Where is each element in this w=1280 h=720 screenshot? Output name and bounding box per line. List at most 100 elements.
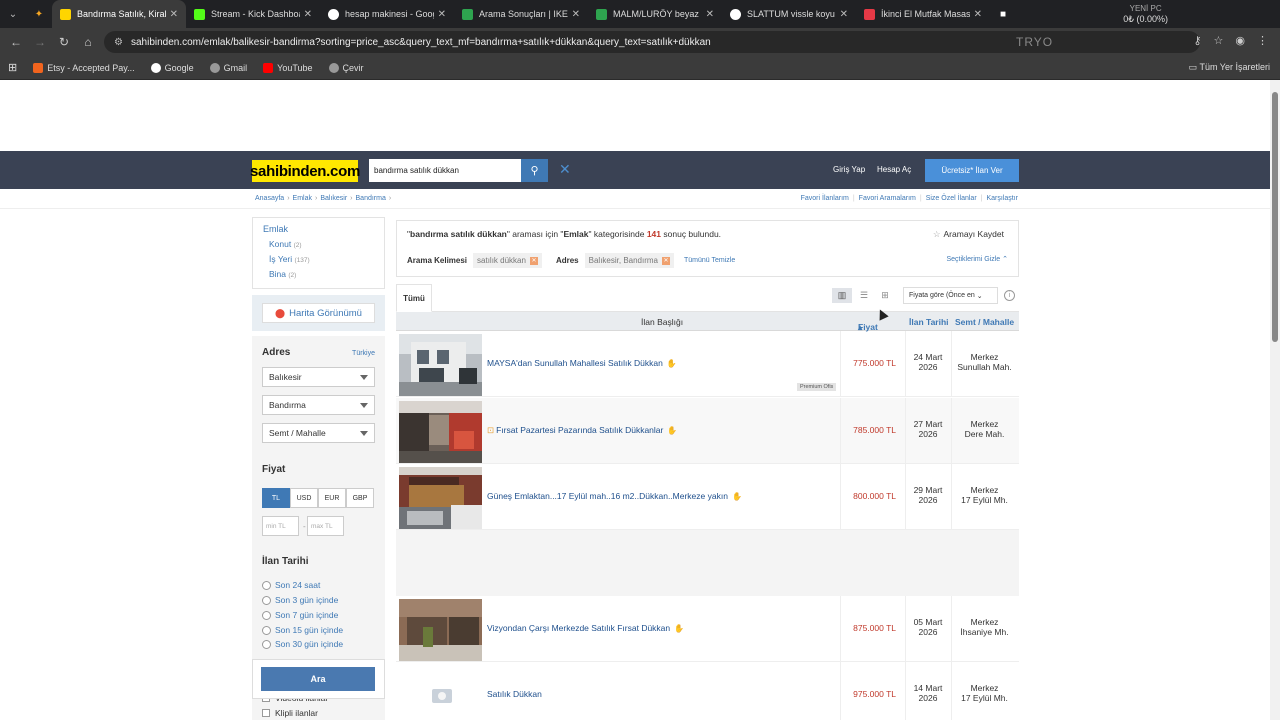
search-button[interactable]: ⚲ bbox=[521, 159, 548, 182]
breadcrumb-item[interactable]: Balıkesir bbox=[320, 195, 347, 202]
bookmark-item[interactable]: Gmail bbox=[209, 62, 247, 73]
listing-thumbnail[interactable] bbox=[399, 334, 482, 396]
currency-option[interactable]: GBP bbox=[346, 488, 374, 508]
filter-search-button[interactable]: Ara bbox=[261, 667, 375, 691]
back-icon[interactable]: ← bbox=[4, 35, 28, 49]
bookmark-item[interactable]: YouTube bbox=[263, 62, 313, 73]
tab-close-icon[interactable]: ✕ bbox=[572, 9, 580, 20]
list-view-icon[interactable]: ▥ bbox=[832, 288, 852, 303]
radio-button[interactable] bbox=[262, 595, 271, 605]
listing-row[interactable]: Güneş Emlaktan...17 Eylül mah..16 m2..Dü… bbox=[396, 464, 1019, 530]
browser-tab[interactable]: Stream - Kick Dashboard ✕ bbox=[186, 0, 320, 28]
radio-button[interactable] bbox=[262, 610, 271, 620]
date-option[interactable]: Son 3 gün içinde bbox=[262, 595, 338, 605]
listing-thumbnail[interactable] bbox=[399, 599, 482, 661]
favorite-listings-link[interactable]: Favori İlanlarım bbox=[801, 195, 849, 202]
radio-button[interactable] bbox=[262, 580, 271, 590]
column-location[interactable]: Semt / Mahalle bbox=[955, 317, 1014, 327]
breadcrumb-item[interactable]: Emlak bbox=[293, 195, 312, 202]
remove-filter-icon[interactable]: ✕ bbox=[662, 256, 671, 265]
browser-tab[interactable]: MALM/LURÖY beyaz 16 ✕ bbox=[588, 0, 722, 28]
neighborhood-select[interactable]: Semt / Mahalle bbox=[262, 423, 375, 443]
hide-selected-link[interactable]: Seçtiklerimi Gizle ⌃ bbox=[946, 255, 1008, 263]
password-key-icon[interactable]: ⚷ bbox=[1193, 34, 1201, 47]
breadcrumb-item[interactable]: Bandırma bbox=[356, 195, 386, 202]
listing-row[interactable]: MAYSA'dan Sunullah Mahallesi Satılık Dük… bbox=[396, 331, 1019, 397]
clip-filter[interactable]: Klipli ilanlar bbox=[262, 708, 318, 718]
currency-option[interactable]: EUR bbox=[318, 488, 346, 508]
url-text[interactable]: sahibinden.com/emlak/balikesir-bandirma?… bbox=[131, 37, 711, 48]
browser-tab[interactable]: Bandırma Satılık, Kiralık ✕ bbox=[52, 0, 186, 28]
listing-thumbnail[interactable] bbox=[399, 401, 482, 463]
tab-close-icon[interactable]: ✕ bbox=[706, 9, 714, 20]
breadcrumb-item[interactable]: Anasayfa bbox=[255, 195, 284, 202]
browser-tab[interactable]: İkinci El Mutfak Masası İl ✕ bbox=[856, 0, 990, 28]
favorite-searches-link[interactable]: Favori Aramalarım bbox=[859, 195, 916, 202]
checkbox[interactable] bbox=[262, 709, 270, 717]
min-price-input[interactable]: min TL bbox=[262, 516, 299, 536]
compare-link[interactable]: Karşılaştır bbox=[986, 195, 1018, 202]
site-logo[interactable]: sahibinden.com bbox=[250, 160, 360, 182]
special-listings-link[interactable]: Size Özel İlanlar bbox=[926, 195, 977, 202]
listing-title[interactable]: Satılık Dükkan bbox=[487, 689, 542, 699]
login-link[interactable]: Giriş Yap bbox=[833, 165, 865, 174]
post-ad-button[interactable]: Ücretsiz* İlan Ver bbox=[925, 159, 1019, 182]
tab-close-icon[interactable]: ✕ bbox=[170, 9, 178, 20]
extension-icon[interactable]: ✦ bbox=[26, 0, 52, 28]
date-option[interactable]: Son 7 gün içinde bbox=[262, 610, 338, 620]
listing-row[interactable]: Satılık Dükkan 975.000 TL 14 Mart 2026 Me… bbox=[396, 662, 1019, 720]
address-bar[interactable]: ⚙ sahibinden.com/emlak/balikesir-bandirm… bbox=[104, 31, 1200, 53]
province-select[interactable]: Balıkesir bbox=[262, 367, 375, 387]
home-icon[interactable]: ⌂ bbox=[76, 35, 100, 49]
save-search-button[interactable]: ☆ Aramayı Kaydet bbox=[933, 229, 1004, 240]
grid-view-icon[interactable]: ⊞ bbox=[875, 288, 895, 303]
listing-title[interactable]: Güneş Emlaktan...17 Eylül mah..16 m2..Dü… bbox=[487, 491, 742, 501]
subcategory-item[interactable]: İş Yeri (137) bbox=[269, 254, 374, 264]
date-option[interactable]: Son 15 gün içinde bbox=[262, 625, 343, 635]
tab-close-icon[interactable]: ✕ bbox=[840, 9, 848, 20]
signup-link[interactable]: Hesap Aç bbox=[877, 165, 911, 174]
remove-filter-icon[interactable]: ✕ bbox=[529, 256, 538, 265]
currency-option[interactable]: USD bbox=[290, 488, 318, 508]
tab-close-icon[interactable]: ✕ bbox=[974, 9, 982, 20]
clear-search-icon[interactable]: ✕ bbox=[559, 161, 571, 178]
bookmark-item[interactable]: Google bbox=[150, 62, 194, 73]
subcategory-item[interactable]: Bina (2) bbox=[269, 269, 374, 279]
page-scrollbar[interactable] bbox=[1270, 80, 1280, 720]
currency-option[interactable]: TL bbox=[262, 488, 290, 508]
forward-icon[interactable]: → bbox=[28, 35, 52, 49]
info-icon[interactable]: i bbox=[1004, 290, 1015, 301]
browser-tab[interactable]: Arama Sonuçları | IKEA ✕ bbox=[454, 0, 588, 28]
listing-thumbnail[interactable] bbox=[399, 665, 482, 720]
category-main[interactable]: Emlak bbox=[263, 224, 374, 234]
max-price-input[interactable]: max TL bbox=[307, 516, 344, 536]
bookmark-item[interactable]: Etsy - Accepted Pay... bbox=[33, 62, 135, 73]
tab-all[interactable]: Tümü bbox=[396, 284, 432, 312]
address-country-link[interactable]: Türkiye bbox=[352, 350, 375, 357]
listing-row[interactable]: Vizyondan Çarşı Merkezde Satılık Fırsat … bbox=[396, 596, 1019, 662]
date-option[interactable]: Son 30 gün içinde bbox=[262, 639, 343, 649]
browser-tab[interactable]: hesap makinesi - Googl ✕ bbox=[320, 0, 454, 28]
reload-icon[interactable]: ↻ bbox=[52, 35, 76, 49]
radio-button[interactable] bbox=[262, 625, 271, 635]
scrollbar-thumb[interactable] bbox=[1272, 92, 1278, 342]
apps-grid-icon[interactable]: ⊞ bbox=[8, 61, 17, 74]
new-tab-icon[interactable]: ■ bbox=[990, 0, 1016, 28]
listing-title[interactable]: Vizyondan Çarşı Merkezde Satılık Fırsat … bbox=[487, 623, 684, 633]
column-date[interactable]: İlan Tarihi bbox=[909, 317, 949, 327]
tab-close-icon[interactable]: ✕ bbox=[438, 9, 446, 20]
tab-list-dropdown[interactable]: ⌄ bbox=[0, 0, 26, 28]
browser-tab[interactable]: SLATTUM vissle koyu gri ✕ bbox=[722, 0, 856, 28]
site-info-icon[interactable]: ⚙ bbox=[114, 37, 123, 48]
clear-all-filters-link[interactable]: Tümünü Temizle bbox=[684, 257, 735, 264]
bookmark-item[interactable]: Çevir bbox=[328, 62, 364, 73]
compact-list-icon[interactable]: ☰ bbox=[854, 288, 874, 303]
sort-select[interactable]: Fiyata göre (Önce en ⌄ bbox=[903, 287, 998, 304]
map-view-button[interactable]: ⬤ Harita Görünümü bbox=[262, 303, 375, 323]
search-input[interactable] bbox=[369, 159, 521, 182]
listing-row[interactable]: ⊡ Fırsat Pazartesi Pazarında Satılık Dükk… bbox=[396, 398, 1019, 464]
listing-title[interactable]: MAYSA'dan Sunullah Mahallesi Satılık Dük… bbox=[487, 358, 677, 368]
tab-close-icon[interactable]: ✕ bbox=[304, 9, 312, 20]
listing-title[interactable]: ⊡ Fırsat Pazartesi Pazarında Satılık Dükk… bbox=[487, 425, 677, 436]
all-bookmarks-button[interactable]: ▭ Tüm Yer İşaretleri bbox=[1189, 62, 1270, 73]
